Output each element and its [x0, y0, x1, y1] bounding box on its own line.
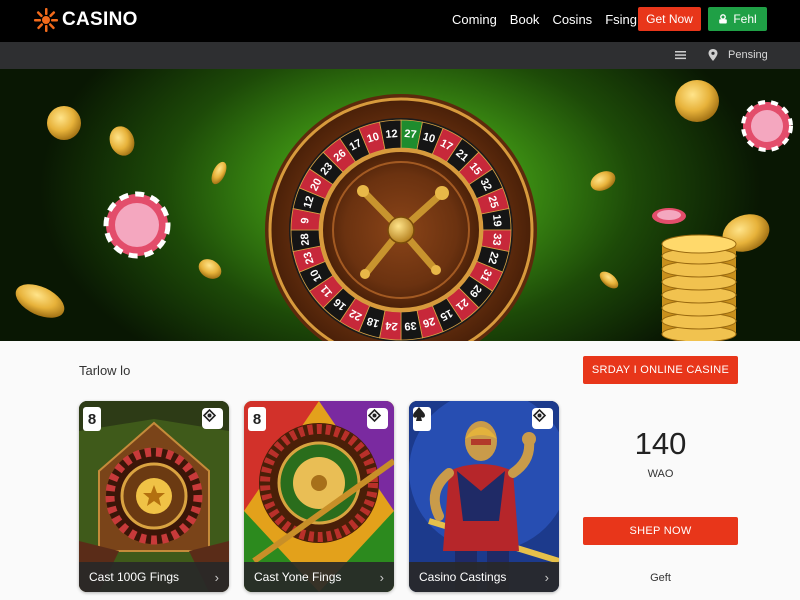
- fehl-button[interactable]: Fehl: [708, 7, 767, 31]
- card-footer[interactable]: Casino Castings ›: [409, 562, 559, 592]
- nav-link-fsing[interactable]: Fsing: [605, 12, 637, 27]
- subbar-label[interactable]: Pensing: [728, 49, 768, 61]
- shop-now-label: SHEP NOW: [629, 525, 692, 537]
- wheel-number: 28: [299, 233, 312, 246]
- card-title: Cast Yone Fings: [254, 570, 342, 584]
- game-card-3[interactable]: Casino Castings ›: [409, 401, 559, 592]
- card-footer[interactable]: Cast 100G Fings ›: [79, 562, 229, 592]
- card-badge: 8: [248, 407, 266, 431]
- corner-emblem-icon: [532, 408, 553, 429]
- location-pin-icon[interactable]: [708, 49, 718, 61]
- wheel-number: 39: [404, 319, 417, 332]
- nav-link-book[interactable]: Book: [510, 12, 540, 27]
- coin-stack: [661, 234, 737, 341]
- online-casino-button[interactable]: SRDAY I ONLINE CASINE: [583, 356, 738, 384]
- online-casino-label: SRDAY I ONLINE CASINE: [591, 364, 730, 376]
- stat-label: WAO: [647, 468, 674, 480]
- casino-logo[interactable]: CASINO: [32, 6, 138, 34]
- game-card-2[interactable]: 8 Cast Yone Fings ›: [244, 401, 394, 592]
- corner-emblem-icon: [202, 408, 223, 429]
- user-lock-icon: [719, 14, 728, 24]
- section-title: Tarlow lo: [79, 363, 131, 378]
- nav-link-coming[interactable]: Coming: [452, 12, 497, 27]
- chevron-right-icon: ›: [379, 569, 384, 585]
- shop-now-button[interactable]: SHEP NOW: [583, 517, 738, 545]
- list-menu-icon[interactable]: [675, 50, 686, 60]
- logo-sunburst-icon: [34, 8, 58, 32]
- chevron-right-icon: ›: [544, 569, 549, 585]
- get-now-label: Get Now: [646, 12, 693, 26]
- wheel-number: 12: [385, 128, 398, 141]
- gift-label[interactable]: Geft: [583, 572, 738, 584]
- game-card-1[interactable]: 8 Cast 100G Fings ›: [79, 401, 229, 592]
- roulette-wheel: 27 10 172115322519332231292115263924182216…: [265, 94, 537, 341]
- card-title: Casino Castings: [419, 570, 507, 584]
- wheel-number: 19: [490, 214, 503, 227]
- corner-emblem-icon: [367, 408, 388, 429]
- card-title: Cast 100G Fings: [89, 570, 180, 584]
- top-navigation-bar: CASINO Coming Book Cosins Fsing Get Now …: [0, 0, 800, 42]
- card-badge: [413, 407, 431, 431]
- brand-name: CASINO: [62, 9, 138, 30]
- card-footer[interactable]: Cast Yone Fings ›: [244, 562, 394, 592]
- card-badge: 8: [83, 407, 101, 431]
- chevron-right-icon: ›: [214, 569, 219, 585]
- nav-link-cosins[interactable]: Cosins: [552, 12, 592, 27]
- wheel-number: 24: [384, 319, 398, 332]
- hero-artwork: 27 10 172115322519332231292115263924182216…: [15, 80, 793, 341]
- spade-icon: [413, 407, 425, 421]
- main-nav: Coming Book Cosins Fsing: [452, 12, 637, 27]
- hero-banner: 27 10 17 21 15 32 25 19 33 22 31 29 21 15 26 39 24 18 22 16…: [0, 69, 800, 341]
- wheel-number: 33: [490, 233, 503, 246]
- stat-value: 140: [634, 426, 687, 461]
- get-now-button[interactable]: Get Now: [638, 7, 701, 31]
- wheel-number: 9: [299, 217, 312, 224]
- wheel-number: 27: [404, 128, 417, 141]
- fehl-label: Fehl: [733, 12, 757, 26]
